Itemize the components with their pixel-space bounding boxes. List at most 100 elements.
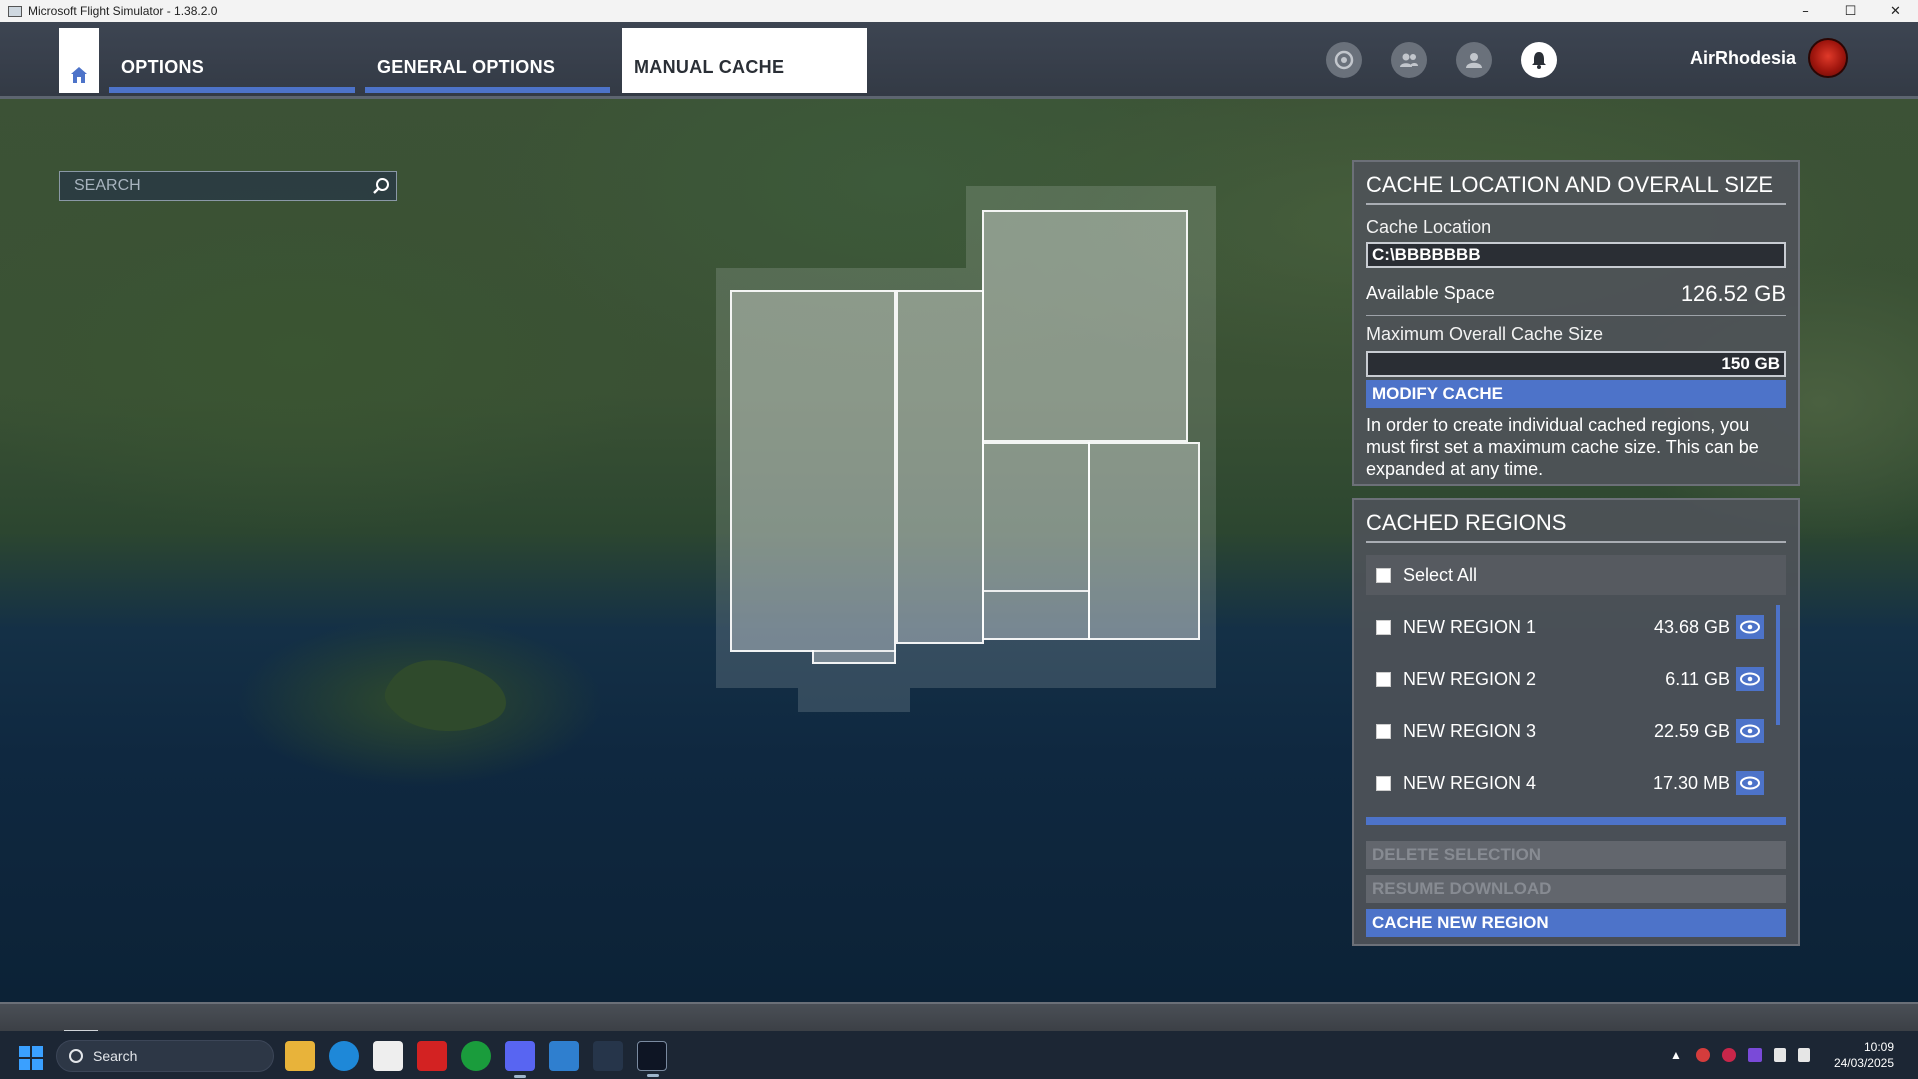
region-name: NEW REGION 3 — [1403, 720, 1537, 741]
cache-location-panel: CACHE LOCATION AND OVERALL SIZE Cache Lo… — [1352, 160, 1800, 486]
home-button[interactable] — [59, 28, 99, 93]
chevron-up-icon[interactable]: ▲ — [1670, 1048, 1682, 1062]
modify-cache-button[interactable]: MODIFY CACHE — [1366, 380, 1786, 408]
tab-options-label: OPTIONS — [121, 57, 205, 77]
volume-icon[interactable] — [1797, 1048, 1810, 1062]
taskbar-search-label: Search — [93, 1048, 138, 1064]
tray-app-icon[interactable] — [1721, 1048, 1736, 1062]
photos-icon[interactable] — [549, 1041, 579, 1071]
map-region-5[interactable] — [1088, 442, 1200, 640]
system-tray: ▲ 10:09 24/03/2025 — [1670, 1031, 1918, 1079]
cache-location-field[interactable]: C:\BBBBBBB — [1366, 242, 1786, 268]
flight-sim-icon[interactable] — [593, 1041, 623, 1071]
notifications-icon[interactable] — [1521, 42, 1557, 78]
resume-download-button[interactable]: RESUME DOWNLOAD — [1366, 875, 1786, 903]
profile-icon[interactable] — [1456, 42, 1492, 78]
tab-underline — [365, 87, 610, 93]
activity-icon[interactable] — [1326, 42, 1362, 78]
search-input[interactable] — [60, 172, 366, 200]
store-icon[interactable] — [373, 1041, 403, 1071]
app-icon — [8, 5, 22, 17]
panel-title: CACHE LOCATION AND OVERALL SIZE — [1366, 165, 1786, 205]
region-list-scrollbar[interactable] — [1776, 605, 1780, 725]
select-all-row[interactable]: Select All — [1366, 555, 1786, 595]
search-icon — [69, 1049, 83, 1063]
eye-icon — [1740, 672, 1760, 686]
file-explorer-icon[interactable] — [285, 1041, 315, 1071]
minimize-button[interactable]: – — [1783, 0, 1828, 22]
wifi-icon[interactable] — [1773, 1048, 1786, 1062]
map-region-1[interactable] — [730, 290, 896, 652]
window-title: Microsoft Flight Simulator - 1.38.2.0 — [28, 4, 218, 18]
taskbar-search[interactable]: Search — [56, 1040, 274, 1072]
cache-new-region-button[interactable]: CACHE NEW REGION — [1366, 909, 1786, 937]
search-box — [59, 171, 397, 201]
xbox-icon[interactable] — [461, 1041, 491, 1071]
region-halo — [798, 688, 910, 712]
region-size: 17.30 MB — [1652, 772, 1730, 793]
windows-taskbar: Search ▲ 10:09 24/03/2025 — [0, 1031, 1918, 1079]
select-all-label: Select All — [1403, 564, 1478, 585]
flight-sim-active-icon[interactable] — [637, 1041, 667, 1077]
bottom-bar — [0, 1002, 1918, 1033]
region-checkbox[interactable] — [1376, 775, 1391, 791]
region-size: 43.68 GB — [1653, 616, 1730, 637]
region-name: NEW REGION 2 — [1403, 668, 1537, 689]
panel-title: CACHED REGIONS — [1366, 503, 1786, 543]
close-button[interactable]: ✕ — [1873, 0, 1918, 22]
region-checkbox[interactable] — [1376, 723, 1391, 739]
region-checkbox[interactable] — [1376, 619, 1391, 635]
map-region-3[interactable] — [982, 210, 1188, 442]
taskbar-clock[interactable]: 10:09 24/03/2025 — [1834, 1039, 1894, 1071]
list-item[interactable]: NEW REGION 4 17.30 MB — [1366, 757, 1786, 809]
view-region-button[interactable] — [1736, 615, 1764, 639]
tab-options[interactable]: OPTIONS — [109, 28, 355, 93]
eye-icon — [1740, 620, 1760, 634]
window-controls: – ☐ ✕ — [1783, 0, 1918, 22]
region-size: 22.59 GB — [1653, 720, 1730, 741]
delete-selection-button[interactable]: DELETE SELECTION — [1366, 841, 1786, 869]
friends-icon[interactable] — [1391, 42, 1427, 78]
avatar[interactable] — [1808, 38, 1848, 78]
tray-app-icon[interactable] — [1747, 1048, 1762, 1062]
region-name: NEW REGION 1 — [1403, 616, 1537, 637]
search-icon[interactable] — [366, 172, 396, 200]
map-region-4-lower — [982, 590, 1090, 640]
available-space-label: Available Space — [1366, 283, 1495, 303]
window-titlebar: Microsoft Flight Simulator - 1.38.2.0 – … — [0, 0, 1918, 22]
tab-underline — [109, 87, 355, 93]
flash-app-icon[interactable] — [417, 1041, 447, 1071]
region-checkbox[interactable] — [1376, 671, 1391, 687]
region-size: 6.11 GB — [1665, 668, 1730, 689]
tray-app-icon[interactable] — [1695, 1048, 1710, 1062]
top-navigation: OPTIONS GENERAL OPTIONS MANUAL CACHE Air… — [0, 22, 1918, 99]
tab-general-options[interactable]: GENERAL OPTIONS — [365, 28, 610, 93]
edge-browser-icon[interactable] — [329, 1041, 359, 1071]
discord-icon[interactable] — [505, 1041, 535, 1078]
windows-start-icon[interactable] — [19, 1046, 43, 1070]
map-region-4[interactable] — [982, 442, 1090, 592]
view-region-button[interactable] — [1736, 771, 1764, 795]
list-item[interactable]: NEW REGION 3 22.59 GB — [1366, 705, 1786, 757]
map-region-1-tab — [812, 650, 896, 664]
max-cache-size-field[interactable]: 150 GB — [1366, 351, 1786, 377]
clock-time: 10:09 — [1863, 1040, 1894, 1054]
cache-info-text: In order to create individual cached reg… — [1366, 415, 1759, 479]
maximize-button[interactable]: ☐ — [1828, 0, 1873, 22]
max-cache-size-label: Maximum Overall Cache Size — [1366, 324, 1604, 344]
view-region-button[interactable] — [1736, 719, 1764, 743]
select-all-checkbox[interactable] — [1376, 567, 1391, 583]
region-list: NEW REGION 1 43.68 GB NEW REGION 2 6.11 … — [1366, 601, 1786, 809]
list-item[interactable]: NEW REGION 2 6.11 GB — [1366, 653, 1786, 705]
available-space-row: Available Space 126.52 GB — [1366, 272, 1786, 316]
tab-general-options-label: GENERAL OPTIONS — [377, 57, 556, 77]
map-region-2[interactable] — [896, 290, 984, 644]
tab-manual-cache[interactable]: MANUAL CACHE — [622, 28, 867, 93]
eye-icon — [1740, 724, 1760, 738]
eye-icon — [1740, 776, 1760, 790]
username[interactable]: AirRhodesia — [1690, 48, 1796, 69]
horizontal-scrollbar[interactable] — [1366, 817, 1786, 825]
view-region-button[interactable] — [1736, 667, 1764, 691]
list-item[interactable]: NEW REGION 1 43.68 GB — [1366, 601, 1786, 653]
clock-date: 24/03/2025 — [1833, 1056, 1894, 1070]
